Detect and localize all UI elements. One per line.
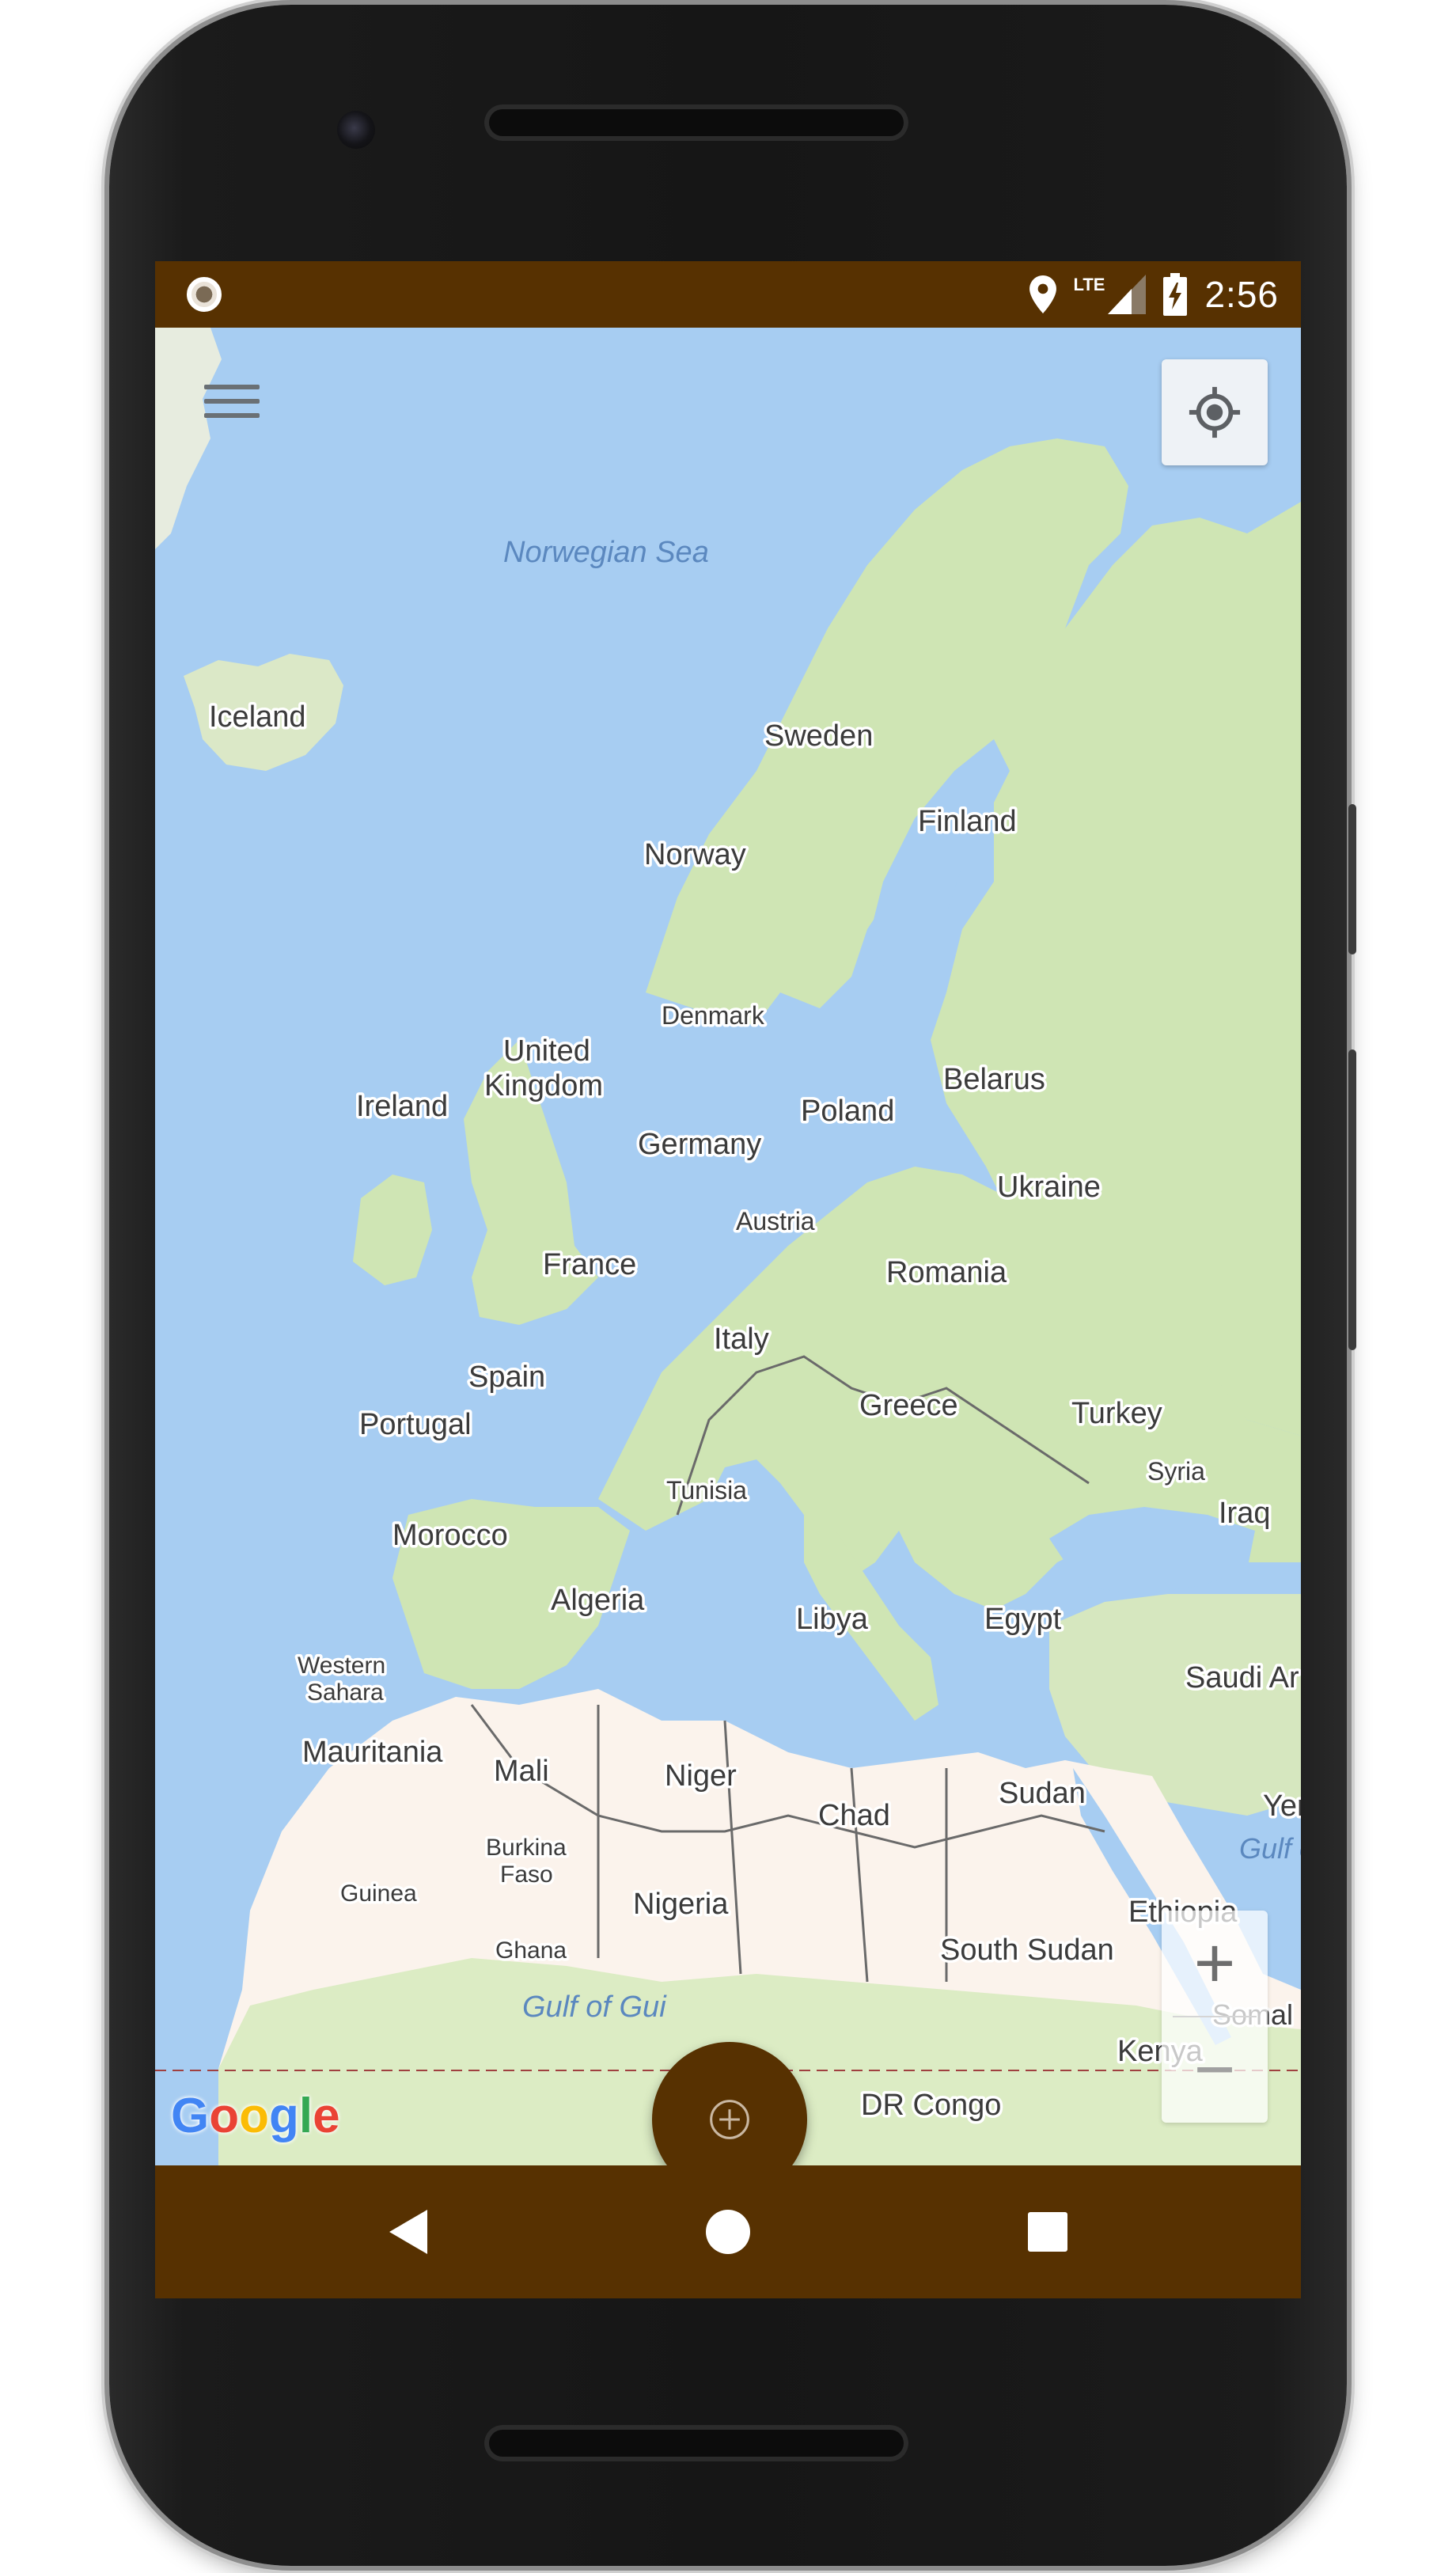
clock: 2:56 <box>1204 274 1279 315</box>
label-iceland: Iceland <box>209 700 306 734</box>
power-button <box>1348 804 1356 954</box>
label-belarus: Belarus <box>943 1063 1045 1096</box>
label-finland: Finland <box>918 805 1017 838</box>
hamburger-menu-icon[interactable] <box>204 385 260 429</box>
label-ukraine: Ukraine <box>997 1171 1101 1204</box>
label-portugal: Portugal <box>359 1408 472 1441</box>
label-turkey: Turkey <box>1071 1397 1162 1430</box>
label-norwegian-sea: Norwegian Sea <box>503 536 709 569</box>
label-syria: Syria <box>1147 1457 1205 1486</box>
label-libya: Libya <box>796 1603 869 1636</box>
label-united-kingdom-1: United <box>503 1034 590 1068</box>
label-romania: Romania <box>886 1256 1007 1289</box>
label-germany: Germany <box>638 1128 761 1161</box>
label-ireland: Ireland <box>356 1090 448 1123</box>
home-icon <box>706 2210 750 2254</box>
label-nigeria: Nigeria <box>633 1888 729 1921</box>
volume-button <box>1348 1049 1356 1350</box>
label-dr-congo: DR Congo <box>861 2089 1001 2122</box>
bottom-speaker <box>484 2425 908 2461</box>
recents-icon <box>1028 2212 1067 2252</box>
battery-charging-icon <box>1163 273 1188 316</box>
label-iraq: Iraq <box>1219 1497 1270 1530</box>
label-gulf-of-guinea: Gulf of Gui <box>522 1990 667 2024</box>
label-south-sudan: South Sudan <box>940 1934 1114 1967</box>
label-sweden: Sweden <box>764 719 873 753</box>
top-speaker <box>484 104 908 141</box>
label-italy: Italy <box>714 1323 769 1356</box>
map-view[interactable]: Norwegian Sea Iceland Sweden Finland Nor… <box>155 328 1301 2197</box>
location-pin-icon <box>1029 275 1056 313</box>
back-button[interactable] <box>361 2165 456 2298</box>
label-norway: Norway <box>644 838 746 871</box>
label-gulf-of-aden: Gulf o <box>1239 1832 1301 1865</box>
label-burkina-faso-2: Faso <box>500 1861 553 1888</box>
my-location-icon <box>1189 386 1241 438</box>
recents-button[interactable] <box>1000 2165 1095 2298</box>
label-chad: Chad <box>818 1799 890 1832</box>
screen: LTE 2:56 Norwegian Sea Iceland Sweden Fi… <box>155 261 1301 2298</box>
label-denmark: Denmark <box>662 1001 765 1030</box>
label-mali: Mali <box>494 1755 549 1788</box>
zoom-controls: + − <box>1162 1911 1268 2123</box>
my-location-button[interactable] <box>1162 359 1268 465</box>
label-united-kingdom-2: Kingdom <box>484 1069 603 1102</box>
label-tunisia: Tunisia <box>666 1476 747 1505</box>
zoom-in-button[interactable]: + <box>1162 1911 1268 2017</box>
label-burkina-faso-1: Burkina <box>486 1835 567 1861</box>
label-poland: Poland <box>801 1095 894 1128</box>
label-mauritania: Mauritania <box>302 1736 443 1769</box>
label-sudan: Sudan <box>999 1777 1086 1810</box>
label-yemen: Yer <box>1263 1789 1301 1823</box>
label-spain: Spain <box>468 1361 545 1394</box>
add-circle-icon <box>710 2100 749 2139</box>
status-bar: LTE 2:56 <box>155 261 1301 328</box>
google-logo: Google <box>171 2089 340 2143</box>
front-camera <box>337 111 375 149</box>
label-saudi-arabia: Saudi Ar <box>1185 1661 1299 1694</box>
network-type: LTE <box>1073 275 1105 294</box>
zoom-out-button[interactable]: − <box>1162 2017 1268 2123</box>
label-western-sahara-2: Sahara <box>307 1679 384 1706</box>
label-ghana: Ghana <box>495 1937 567 1964</box>
label-austria: Austria <box>736 1207 815 1235</box>
home-button[interactable] <box>681 2165 775 2298</box>
label-guinea: Guinea <box>340 1880 417 1907</box>
label-egypt: Egypt <box>984 1603 1062 1636</box>
label-morocco: Morocco <box>392 1519 508 1552</box>
back-icon <box>389 2210 427 2254</box>
label-algeria: Algeria <box>551 1584 645 1617</box>
signal-icon <box>1108 275 1147 314</box>
label-niger: Niger <box>665 1759 737 1793</box>
label-greece: Greece <box>859 1389 958 1422</box>
navigation-bar <box>155 2165 1301 2298</box>
label-western-sahara-1: Western <box>298 1653 385 1679</box>
map-canvas: Norwegian Sea Iceland Sweden Finland Nor… <box>155 328 1301 2165</box>
record-icon <box>187 277 222 312</box>
label-france: France <box>543 1248 636 1281</box>
